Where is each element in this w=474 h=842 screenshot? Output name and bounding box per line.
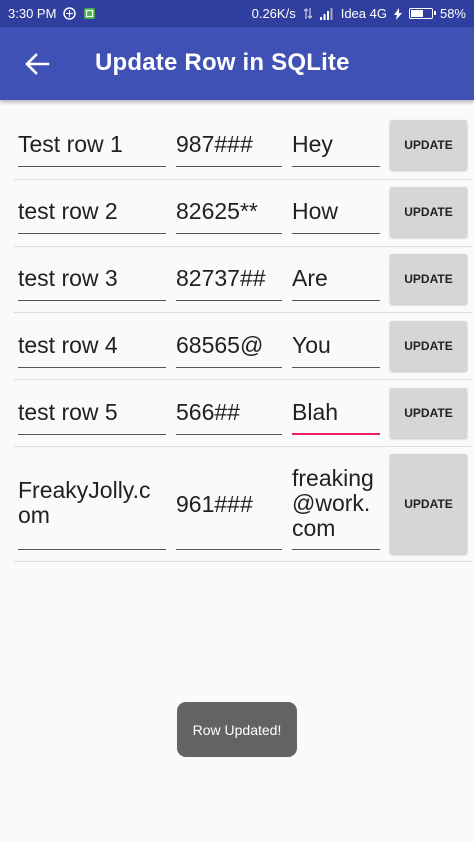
row-divider — [14, 179, 472, 180]
arrow-back-icon — [25, 53, 50, 75]
note-field-focused[interactable]: Blah — [292, 400, 380, 435]
signal-icon — [319, 7, 334, 20]
page-title: Update Row in SQLite — [95, 49, 350, 76]
browser-icon — [63, 7, 77, 20]
carrier-label: Idea 4G — [340, 6, 387, 21]
update-button[interactable]: UPDATE — [390, 187, 467, 237]
app-bar: Update Row in SQLite — [0, 27, 474, 100]
note-field[interactable]: You — [292, 333, 380, 368]
name-field[interactable]: test row 4 — [18, 333, 166, 368]
note-field[interactable]: freaking @work. com — [292, 466, 380, 550]
row-divider — [14, 246, 472, 247]
name-field[interactable]: test row 2 — [18, 199, 166, 234]
code-field[interactable]: 987### — [176, 132, 282, 167]
battery-percent: 58% — [439, 6, 466, 21]
update-button[interactable]: UPDATE — [390, 120, 467, 170]
row-divider — [14, 312, 472, 313]
code-field[interactable]: 961### — [176, 466, 282, 550]
code-field[interactable]: 82625** — [176, 199, 282, 234]
row-divider — [14, 379, 472, 380]
battery-icon — [408, 8, 436, 19]
name-field[interactable]: test row 5 — [18, 400, 166, 435]
note-field[interactable]: Are — [292, 266, 380, 301]
name-field[interactable]: FreakyJolly.c om — [18, 466, 166, 550]
row-divider — [14, 561, 472, 562]
toast-message: Row Updated! — [177, 702, 297, 757]
code-field[interactable]: 68565@ — [176, 333, 282, 368]
note-field[interactable]: Hey — [292, 132, 380, 167]
row-divider — [14, 446, 472, 447]
code-field[interactable]: 82737## — [176, 266, 282, 301]
note-field[interactable]: How — [292, 199, 380, 234]
name-field[interactable]: Test row 1 — [18, 132, 166, 167]
update-button[interactable]: UPDATE — [390, 454, 467, 554]
status-bar: 3:30 PM 0.26K/s Idea 4G 58% — [0, 0, 474, 27]
update-button[interactable]: UPDATE — [390, 388, 467, 438]
data-transfer-icon — [303, 7, 313, 20]
name-field[interactable]: test row 3 — [18, 266, 166, 301]
network-speed: 0.26K/s — [251, 6, 296, 21]
back-button[interactable] — [20, 47, 54, 81]
charging-icon — [393, 7, 402, 20]
update-button[interactable]: UPDATE — [390, 321, 467, 371]
code-field[interactable]: 566## — [176, 400, 282, 435]
update-button[interactable]: UPDATE — [390, 254, 467, 304]
status-time: 3:30 PM — [8, 6, 57, 21]
app-notification-icon — [83, 7, 96, 20]
